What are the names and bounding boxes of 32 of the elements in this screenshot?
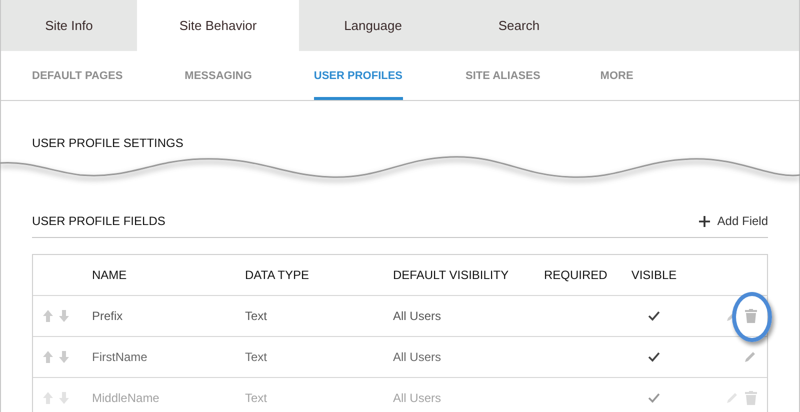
up-arrow-icon[interactable] <box>43 392 53 404</box>
down-arrow-icon[interactable] <box>59 392 69 404</box>
down-arrow-icon[interactable] <box>59 351 69 363</box>
up-arrow-icon[interactable] <box>43 310 53 322</box>
tab[interactable]: Search <box>447 0 591 51</box>
tab[interactable]: Site Info <box>1 0 137 51</box>
tab[interactable]: Language <box>299 0 447 51</box>
plus-icon <box>699 216 710 226</box>
column-header: NAME <box>92 268 127 282</box>
up-arrow-icon[interactable] <box>43 351 53 363</box>
add-field-button[interactable]: Add Field <box>699 214 768 228</box>
column-header: DEFAULT VISIBILITY <box>393 268 509 282</box>
trash-icon[interactable] <box>745 391 757 405</box>
table-cell: All Users <box>393 309 442 323</box>
column-header: VISIBLE <box>631 268 677 282</box>
section-title: USER PROFILE SETTINGS <box>32 136 184 150</box>
section-title: USER PROFILE FIELDS <box>32 214 166 228</box>
trash-icon[interactable] <box>745 309 757 323</box>
down-arrow-icon[interactable] <box>59 310 69 322</box>
column-header: REQUIRED <box>544 268 608 282</box>
table-cell: Prefix <box>92 309 123 323</box>
column-header: DATA TYPE <box>245 268 310 282</box>
table-cell: MiddleName <box>92 391 160 405</box>
table-cell: FirstName <box>92 350 148 364</box>
subtab[interactable]: USER PROFILES <box>314 51 403 100</box>
pencil-icon[interactable] <box>743 350 757 364</box>
table-cell: Text <box>245 309 268 323</box>
tab[interactable]: Site Behavior <box>137 0 299 51</box>
table-cell: Text <box>245 350 268 364</box>
table-cell: Text <box>245 391 268 405</box>
table-cell: All Users <box>393 391 442 405</box>
table-cell: All Users <box>393 350 442 364</box>
